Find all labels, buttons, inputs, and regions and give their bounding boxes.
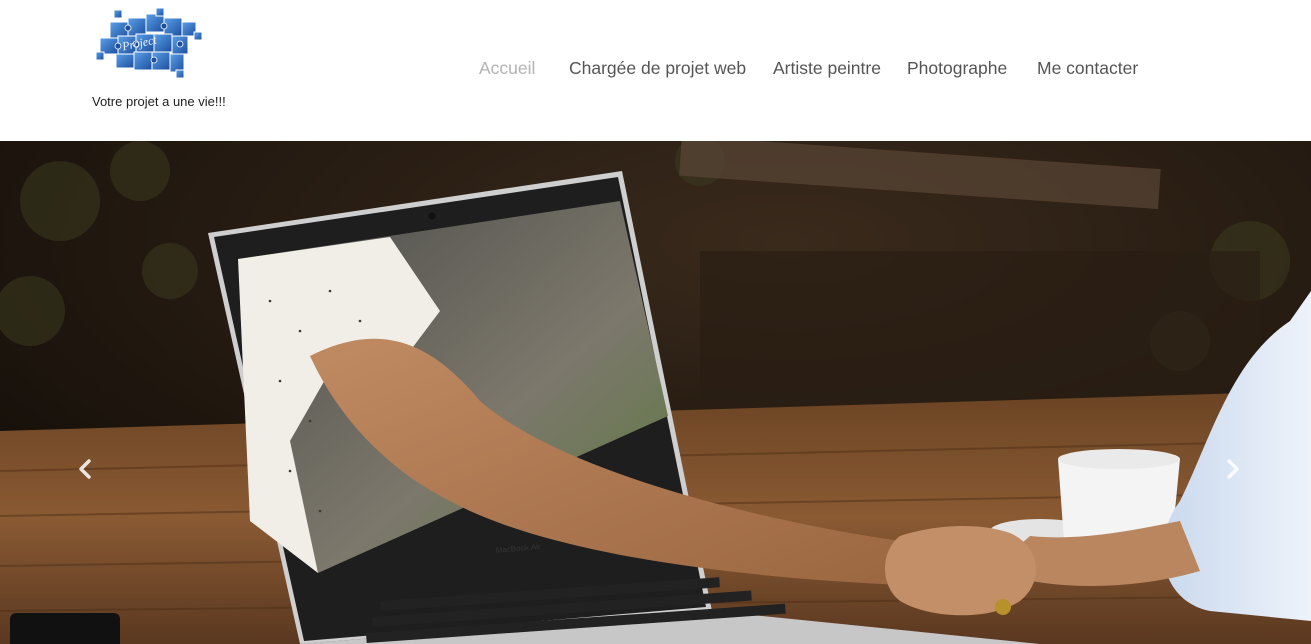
main-nav: Accueil Chargée de projet web Artiste pe… bbox=[0, 58, 1311, 82]
nav-item-accueil[interactable]: Accueil bbox=[479, 58, 535, 79]
nav-item-chargee-de-projet-web[interactable]: Chargée de projet web bbox=[569, 58, 746, 79]
carousel-prev-button[interactable] bbox=[66, 449, 106, 489]
nav-item-photographe[interactable]: Photographe bbox=[907, 58, 1007, 79]
handshake-laptop-image: MacBook Air bbox=[0, 141, 1311, 644]
site-header: Project Votre projet a une vie!!! Accuei… bbox=[0, 0, 1311, 141]
nav-item-artiste-peintre[interactable]: Artiste peintre bbox=[773, 58, 881, 79]
site-tagline: Votre projet a une vie!!! bbox=[92, 94, 226, 109]
carousel-next-button[interactable] bbox=[1212, 449, 1252, 489]
nav-item-me-contacter[interactable]: Me contacter bbox=[1037, 58, 1138, 79]
chevron-left-icon bbox=[76, 458, 96, 480]
hero-carousel: MacBook Air bbox=[0, 141, 1311, 644]
chevron-right-icon bbox=[1222, 458, 1242, 480]
